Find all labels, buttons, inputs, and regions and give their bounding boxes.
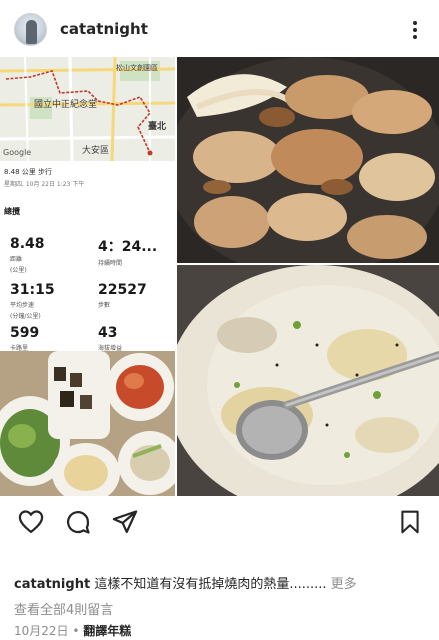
metric-label: 步數: [98, 302, 111, 309]
caption-username[interactable]: catatnight: [14, 577, 90, 592]
bookmark-icon[interactable]: [397, 508, 423, 540]
caption-more-link[interactable]: 更多: [331, 577, 357, 592]
translate-link[interactable]: 翻譯年糕: [83, 624, 131, 638]
share-icon[interactable]: [111, 508, 139, 540]
metric-label: 海拔增益: [98, 345, 123, 351]
metric-value: 22527: [98, 282, 147, 298]
comment-icon[interactable]: [64, 508, 92, 540]
post-caption: catatnight 這樣不知道有沒有抵掉燒肉的熱量......... 更多: [14, 576, 429, 594]
caption-text: 這樣不知道有沒有抵掉燒肉的熱量.........: [94, 577, 327, 592]
action-bar: [0, 505, 439, 539]
metric-label: 卡路里: [10, 345, 29, 351]
metric-label: 平均步速: [10, 302, 35, 309]
metric-label: 持續時間: [98, 260, 123, 267]
post-header: catatnight: [0, 0, 439, 60]
metric-value: 43: [98, 325, 118, 341]
map-label: 臺北: [148, 122, 167, 132]
post-image[interactable]: 國立中正紀念堂 大安區 臺北 松山文創園區 Google 8.48 公里 步行 …: [0, 57, 439, 496]
side-dishes-photo: [0, 351, 175, 496]
soup-photo: [177, 265, 439, 496]
view-all-comments-link[interactable]: 查看全部4則留言: [14, 599, 113, 618]
map-label: 松山文創園區: [116, 64, 158, 72]
metric-value: 4：24...: [98, 239, 158, 255]
map-attribution: Google: [3, 148, 32, 157]
walk-date: 星期四, 10月 22日 1:23 下午: [4, 181, 85, 188]
metric-steps: 22527 步數: [98, 282, 147, 309]
metric-pace: 31:15 平均步速 (分鐘/公里): [10, 282, 55, 320]
metric-sublabel: (公里): [10, 267, 27, 274]
metric-value: 8.48: [10, 236, 45, 252]
grilled-pork-photo: [177, 57, 439, 263]
route-map: 國立中正紀念堂 大安區 臺北 松山文創園區 Google: [0, 57, 175, 161]
metric-label: 距離: [10, 256, 23, 263]
heart-icon[interactable]: [17, 508, 45, 540]
metric-sublabel: (分鐘/公里): [10, 313, 41, 320]
meta-separator: •: [72, 624, 80, 638]
more-options-icon[interactable]: [407, 19, 423, 41]
post-meta: 10月22日 • 翻譯年糕: [14, 622, 131, 639]
metric-elevation: 43 海拔增益: [98, 325, 122, 351]
metric-value: 599: [10, 325, 40, 341]
stats-heading: 總攬: [4, 207, 20, 216]
map-label: 國立中正紀念堂: [34, 100, 98, 110]
walk-subtitle: 8.48 公里 步行: [4, 168, 53, 176]
metric-distance: 8.48 距離 (公里): [10, 236, 45, 274]
post-date: 10月22日: [14, 624, 69, 638]
metric-calories: 599 卡路里: [10, 325, 39, 351]
avatar[interactable]: [14, 13, 47, 46]
metric-duration: 4：24... 持續時間: [98, 236, 157, 267]
post-username[interactable]: catatnight: [60, 20, 148, 38]
metric-value: 31:15: [10, 282, 55, 298]
map-label: 大安區: [82, 146, 110, 156]
walk-stats: 8.48 公里 步行 星期四, 10月 22日 1:23 下午 總攬 8.48 …: [0, 161, 175, 351]
